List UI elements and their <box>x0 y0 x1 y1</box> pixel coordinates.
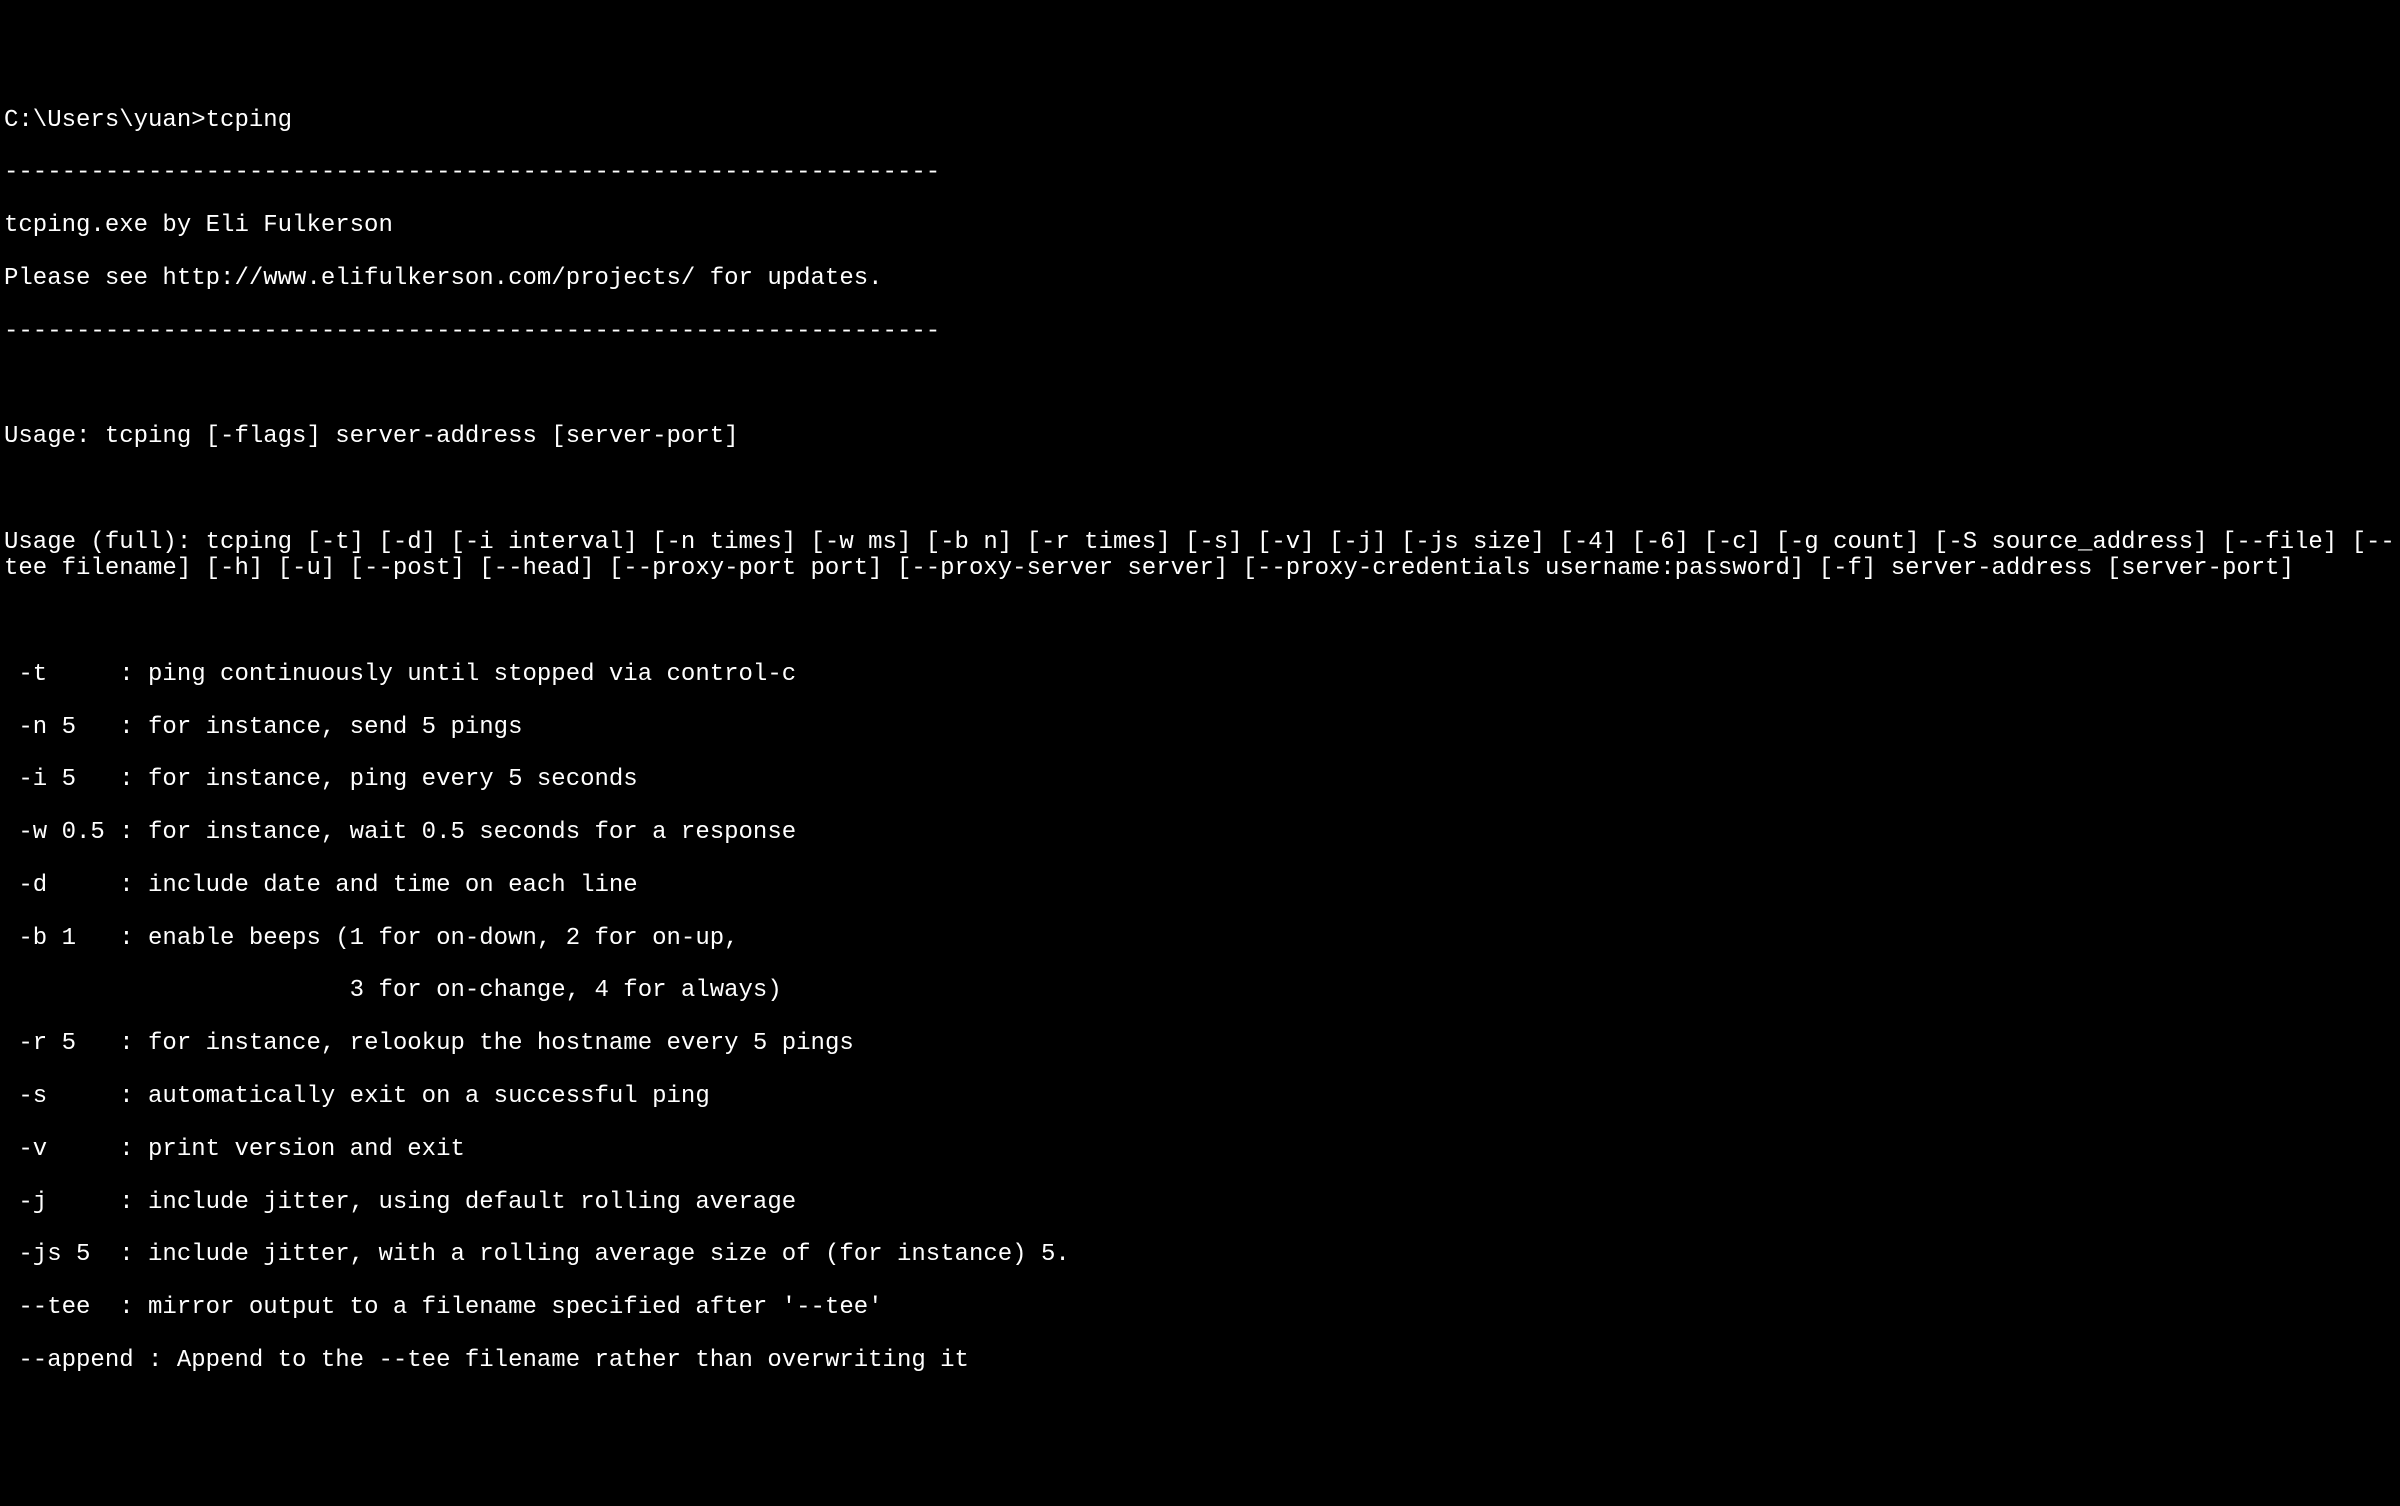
option-s: -s : automatically exit on a successful … <box>4 1084 2396 1110</box>
blank-line <box>4 477 2396 503</box>
usage-short: Usage: tcping [-flags] server-address [s… <box>4 424 2396 450</box>
option-b-line1: -b 1 : enable beeps (1 for on-down, 2 fo… <box>4 926 2396 952</box>
divider-bottom: ----------------------------------------… <box>4 319 2396 345</box>
option-append: --append : Append to the --tee filename … <box>4 1348 2396 1374</box>
divider-top: ----------------------------------------… <box>4 160 2396 186</box>
option-v: -v : print version and exit <box>4 1137 2396 1163</box>
usage-full: Usage (full): tcping [-t] [-d] [-i inter… <box>4 530 2396 583</box>
terminal-output: C:\Users\yuan>tcping <box>4 108 2396 134</box>
blank-line <box>4 609 2396 635</box>
option-tee: --tee : mirror output to a filename spec… <box>4 1295 2396 1321</box>
option-j: -j : include jitter, using default rolli… <box>4 1190 2396 1216</box>
option-b-line2: 3 for on-change, 4 for always) <box>4 978 2396 1004</box>
option-d: -d : include date and time on each line <box>4 873 2396 899</box>
option-n: -n 5 : for instance, send 5 pings <box>4 715 2396 741</box>
header-url: Please see http://www.elifulkerson.com/p… <box>4 266 2396 292</box>
option-w: -w 0.5 : for instance, wait 0.5 seconds … <box>4 820 2396 846</box>
prompt: C:\Users\yuan> <box>4 107 206 134</box>
option-r: -r 5 : for instance, relookup the hostna… <box>4 1031 2396 1057</box>
option-i: -i 5 : for instance, ping every 5 second… <box>4 767 2396 793</box>
option-js: -js 5 : include jitter, with a rolling a… <box>4 1242 2396 1268</box>
option-t: -t : ping continuously until stopped via… <box>4 662 2396 688</box>
command-input[interactable]: tcping <box>206 107 292 134</box>
header-author: tcping.exe by Eli Fulkerson <box>4 213 2396 239</box>
blank-line <box>4 371 2396 397</box>
